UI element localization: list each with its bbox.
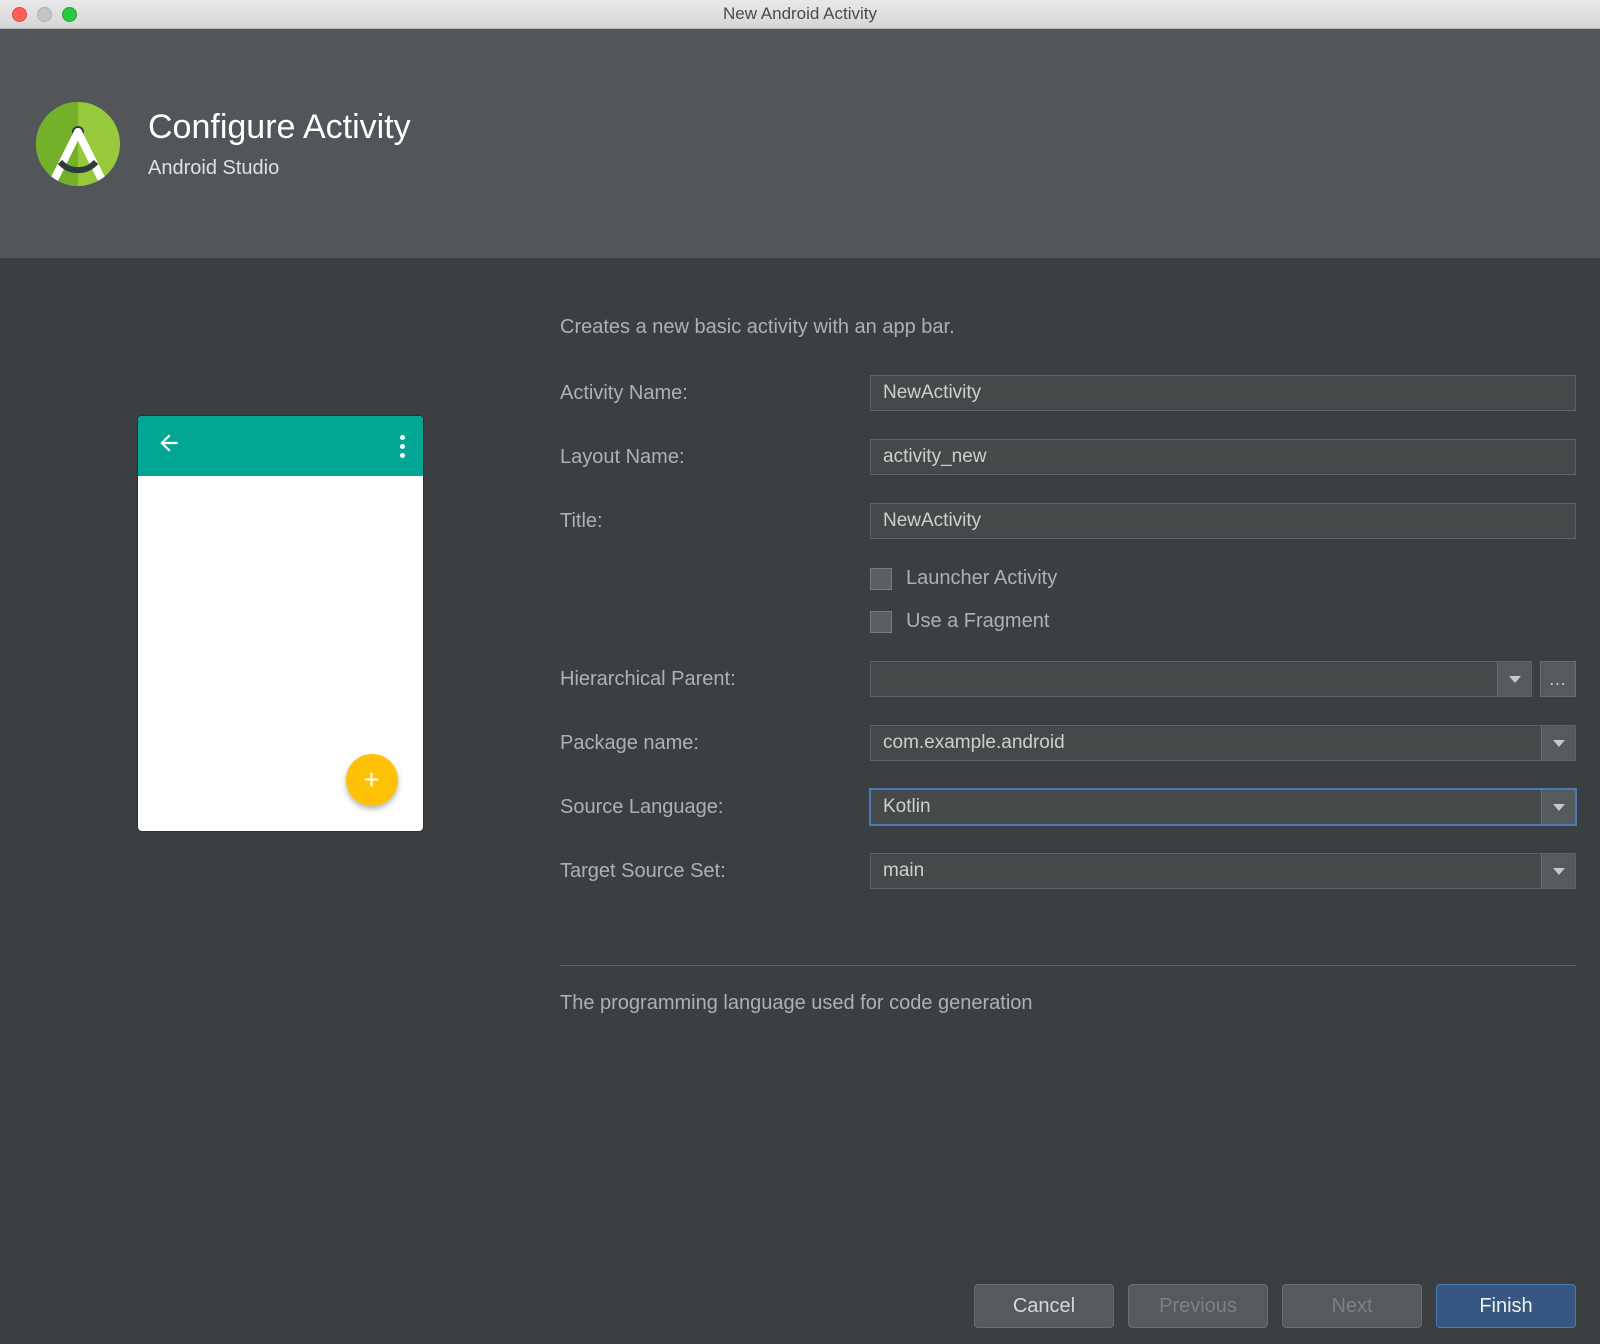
use-fragment-label: Use a Fragment [906, 610, 1049, 633]
target-source-set-value: main [883, 860, 924, 882]
header-banner: Configure Activity Android Studio [0, 29, 1600, 258]
launcher-activity-checkbox[interactable] [870, 568, 892, 590]
activity-preview: + [138, 416, 423, 831]
android-studio-logo-icon [36, 102, 120, 186]
source-language-value: Kotlin [883, 796, 931, 818]
activity-name-input[interactable]: NewActivity [870, 375, 1576, 411]
fab-icon: + [346, 754, 398, 806]
next-button[interactable]: Next [1282, 1284, 1422, 1328]
page-title: Configure Activity [148, 108, 411, 147]
preview-appbar [138, 416, 423, 476]
target-source-set-combo[interactable]: main [870, 853, 1576, 889]
package-name-value: com.example.android [883, 732, 1065, 754]
launcher-activity-label: Launcher Activity [906, 567, 1057, 590]
chevron-down-icon[interactable] [1497, 662, 1531, 696]
source-language-label: Source Language: [560, 796, 870, 819]
back-arrow-icon [156, 430, 182, 463]
zoom-window-button[interactable] [62, 7, 77, 22]
title-input[interactable]: NewActivity [870, 503, 1576, 539]
hierarchical-parent-combo[interactable] [870, 661, 1532, 697]
layout-name-input[interactable]: activity_new [870, 439, 1576, 475]
chevron-down-icon[interactable] [1541, 726, 1575, 760]
layout-name-label: Layout Name: [560, 446, 870, 469]
wizard-footer: Cancel Previous Next Finish [974, 1284, 1576, 1328]
window-title: New Android Activity [0, 4, 1600, 24]
use-fragment-checkbox[interactable] [870, 611, 892, 633]
divider [560, 965, 1576, 966]
title-label: Title: [560, 510, 870, 533]
finish-button[interactable]: Finish [1436, 1284, 1576, 1328]
source-language-combo[interactable]: Kotlin [870, 789, 1576, 825]
previous-button[interactable]: Previous [1128, 1284, 1268, 1328]
package-name-label: Package name: [560, 732, 870, 755]
browse-parent-button[interactable]: … [1540, 661, 1576, 697]
title-value: NewActivity [883, 510, 981, 532]
help-text: The programming language used for code g… [560, 992, 1576, 1015]
package-name-combo[interactable]: com.example.android [870, 725, 1576, 761]
overflow-menu-icon [400, 435, 405, 458]
activity-name-label: Activity Name: [560, 382, 870, 405]
page-subtitle: Android Studio [148, 157, 411, 180]
chevron-down-icon[interactable] [1541, 854, 1575, 888]
hierarchical-parent-label: Hierarchical Parent: [560, 668, 870, 691]
form-description: Creates a new basic activity with an app… [560, 316, 1576, 339]
minimize-window-button[interactable] [37, 7, 52, 22]
cancel-button[interactable]: Cancel [974, 1284, 1114, 1328]
close-window-button[interactable] [12, 7, 27, 22]
activity-name-value: NewActivity [883, 382, 981, 404]
window-controls [12, 7, 77, 22]
window-titlebar: New Android Activity [0, 0, 1600, 29]
target-source-set-label: Target Source Set: [560, 860, 870, 883]
chevron-down-icon[interactable] [1541, 790, 1575, 824]
layout-name-value: activity_new [883, 446, 987, 468]
